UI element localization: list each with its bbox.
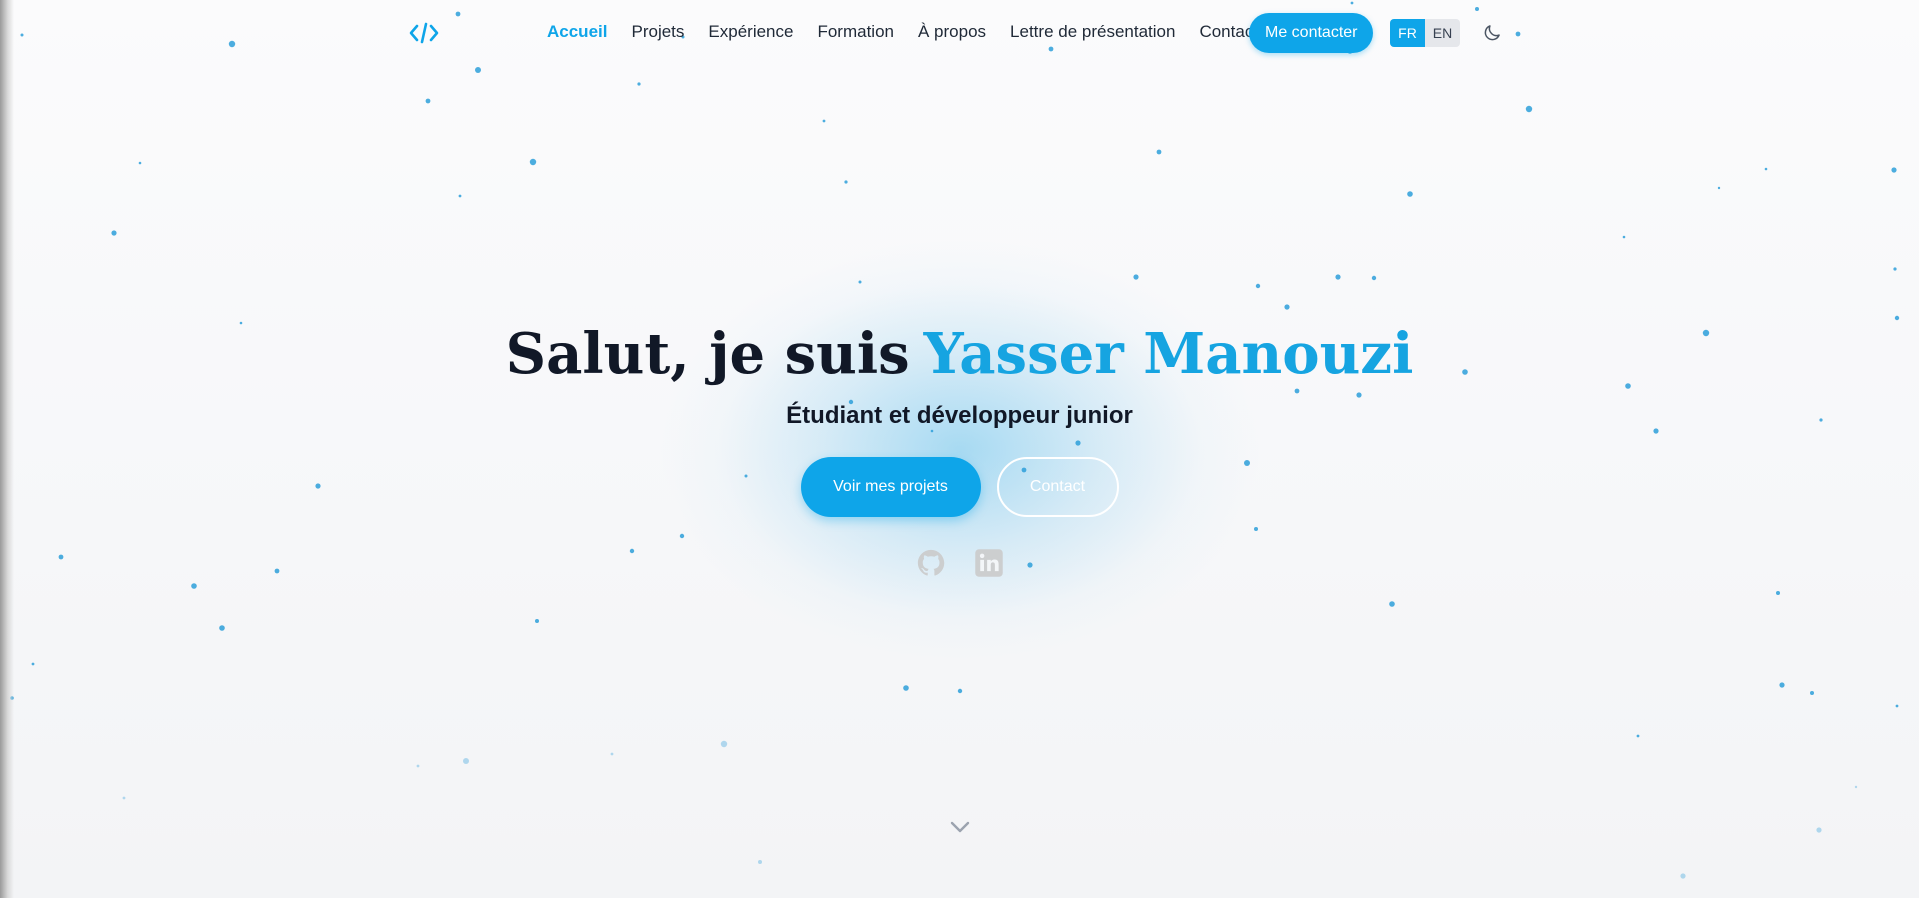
particle-dot (31, 662, 35, 666)
particle-dot (1680, 873, 1686, 879)
github-icon (917, 549, 944, 576)
nav-link-formation[interactable]: Formation (805, 20, 906, 44)
nav-link-projets[interactable]: Projets (619, 20, 696, 44)
lang-en-button[interactable]: EN (1425, 19, 1460, 47)
particle-dot (1854, 785, 1858, 789)
social-links (0, 548, 1919, 578)
particle-dot (1356, 392, 1362, 398)
particle-dot (111, 230, 117, 236)
particle-dot (1075, 440, 1081, 446)
code-brackets-icon (409, 22, 439, 44)
particle-dot (463, 758, 469, 764)
github-link[interactable] (916, 548, 946, 578)
particle-dot (1525, 105, 1533, 113)
particle-dot (1810, 691, 1814, 695)
particle-dot (1816, 827, 1822, 833)
hero-greeting: Salut, je suis (505, 321, 910, 387)
window-edge-shadow (0, 0, 14, 898)
particle-dot (1254, 527, 1258, 531)
particle-dot (1891, 167, 1897, 173)
particle-dot (138, 161, 142, 165)
particle-dot (191, 583, 197, 589)
particle-dot (1371, 275, 1377, 281)
chevron-down-icon (950, 821, 970, 833)
particle-dot (1407, 191, 1413, 197)
particle-dot (758, 860, 762, 864)
linkedin-link[interactable] (974, 548, 1004, 578)
logo[interactable] (408, 17, 440, 49)
particle-dot (610, 752, 614, 756)
particle-dot (529, 158, 537, 166)
particle-dot (858, 280, 862, 284)
hero-subtitle: Étudiant et développeur junior (786, 402, 1133, 429)
contact-me-button[interactable]: Me contacter (1249, 13, 1374, 53)
particle-dot (1133, 274, 1139, 280)
theme-toggle[interactable] (1480, 21, 1504, 45)
particle-background (10, 1, 1900, 879)
nav-link-a-propos[interactable]: À propos (906, 20, 998, 44)
particle-dot (1776, 591, 1780, 595)
particle-dot (903, 685, 909, 691)
contact-button[interactable]: Contact (996, 457, 1119, 517)
particle-dot (1335, 274, 1341, 280)
particle-dot (720, 740, 728, 748)
particle-dot (1779, 682, 1785, 688)
particle-dot (1636, 734, 1640, 738)
particle-dot (1255, 283, 1261, 289)
lang-fr-button[interactable]: FR (1390, 19, 1425, 47)
linkedin-icon (974, 549, 1003, 577)
particle-dot (957, 688, 963, 694)
navbar: Accueil Projets Expérience Formation À p… (0, 0, 1919, 64)
particle-dot (1156, 149, 1162, 155)
view-projects-button[interactable]: Voir mes projets (800, 457, 981, 517)
particle-dot (637, 82, 641, 86)
hero-buttons: Voir mes projets Contact (0, 457, 1919, 517)
hero-title: Salut, je suis Yasser Manouzi (0, 318, 1919, 390)
particle-dot (844, 180, 848, 184)
particle-dot (679, 533, 685, 539)
particle-dot (458, 194, 462, 198)
particle-dot (122, 796, 126, 800)
particle-dot (1284, 304, 1290, 310)
particle-dot (1895, 704, 1899, 708)
moon-icon (1484, 25, 1500, 41)
particle-dot (1717, 186, 1721, 190)
language-switcher: FR EN (1390, 19, 1460, 47)
particle-dot (425, 98, 431, 104)
hero-name: Yasser Manouzi (923, 321, 1414, 387)
nav-links: Accueil Projets Expérience Formation À p… (535, 20, 1270, 44)
nav-link-experience[interactable]: Expérience (696, 20, 805, 44)
particle-dot (1893, 267, 1897, 271)
hero-glow (560, 170, 1360, 730)
particle-dot (535, 619, 539, 623)
nav-link-accueil[interactable]: Accueil (535, 20, 619, 44)
particle-dot (822, 119, 826, 123)
scroll-down-button[interactable] (947, 814, 973, 840)
particle-dot (1622, 235, 1626, 239)
particle-dot (416, 764, 420, 768)
nav-link-lettre-presentation[interactable]: Lettre de présentation (998, 20, 1187, 44)
particle-dot (1389, 601, 1395, 607)
particle-dot (1764, 167, 1768, 171)
particle-dot (219, 625, 225, 631)
particle-dot (475, 67, 481, 73)
